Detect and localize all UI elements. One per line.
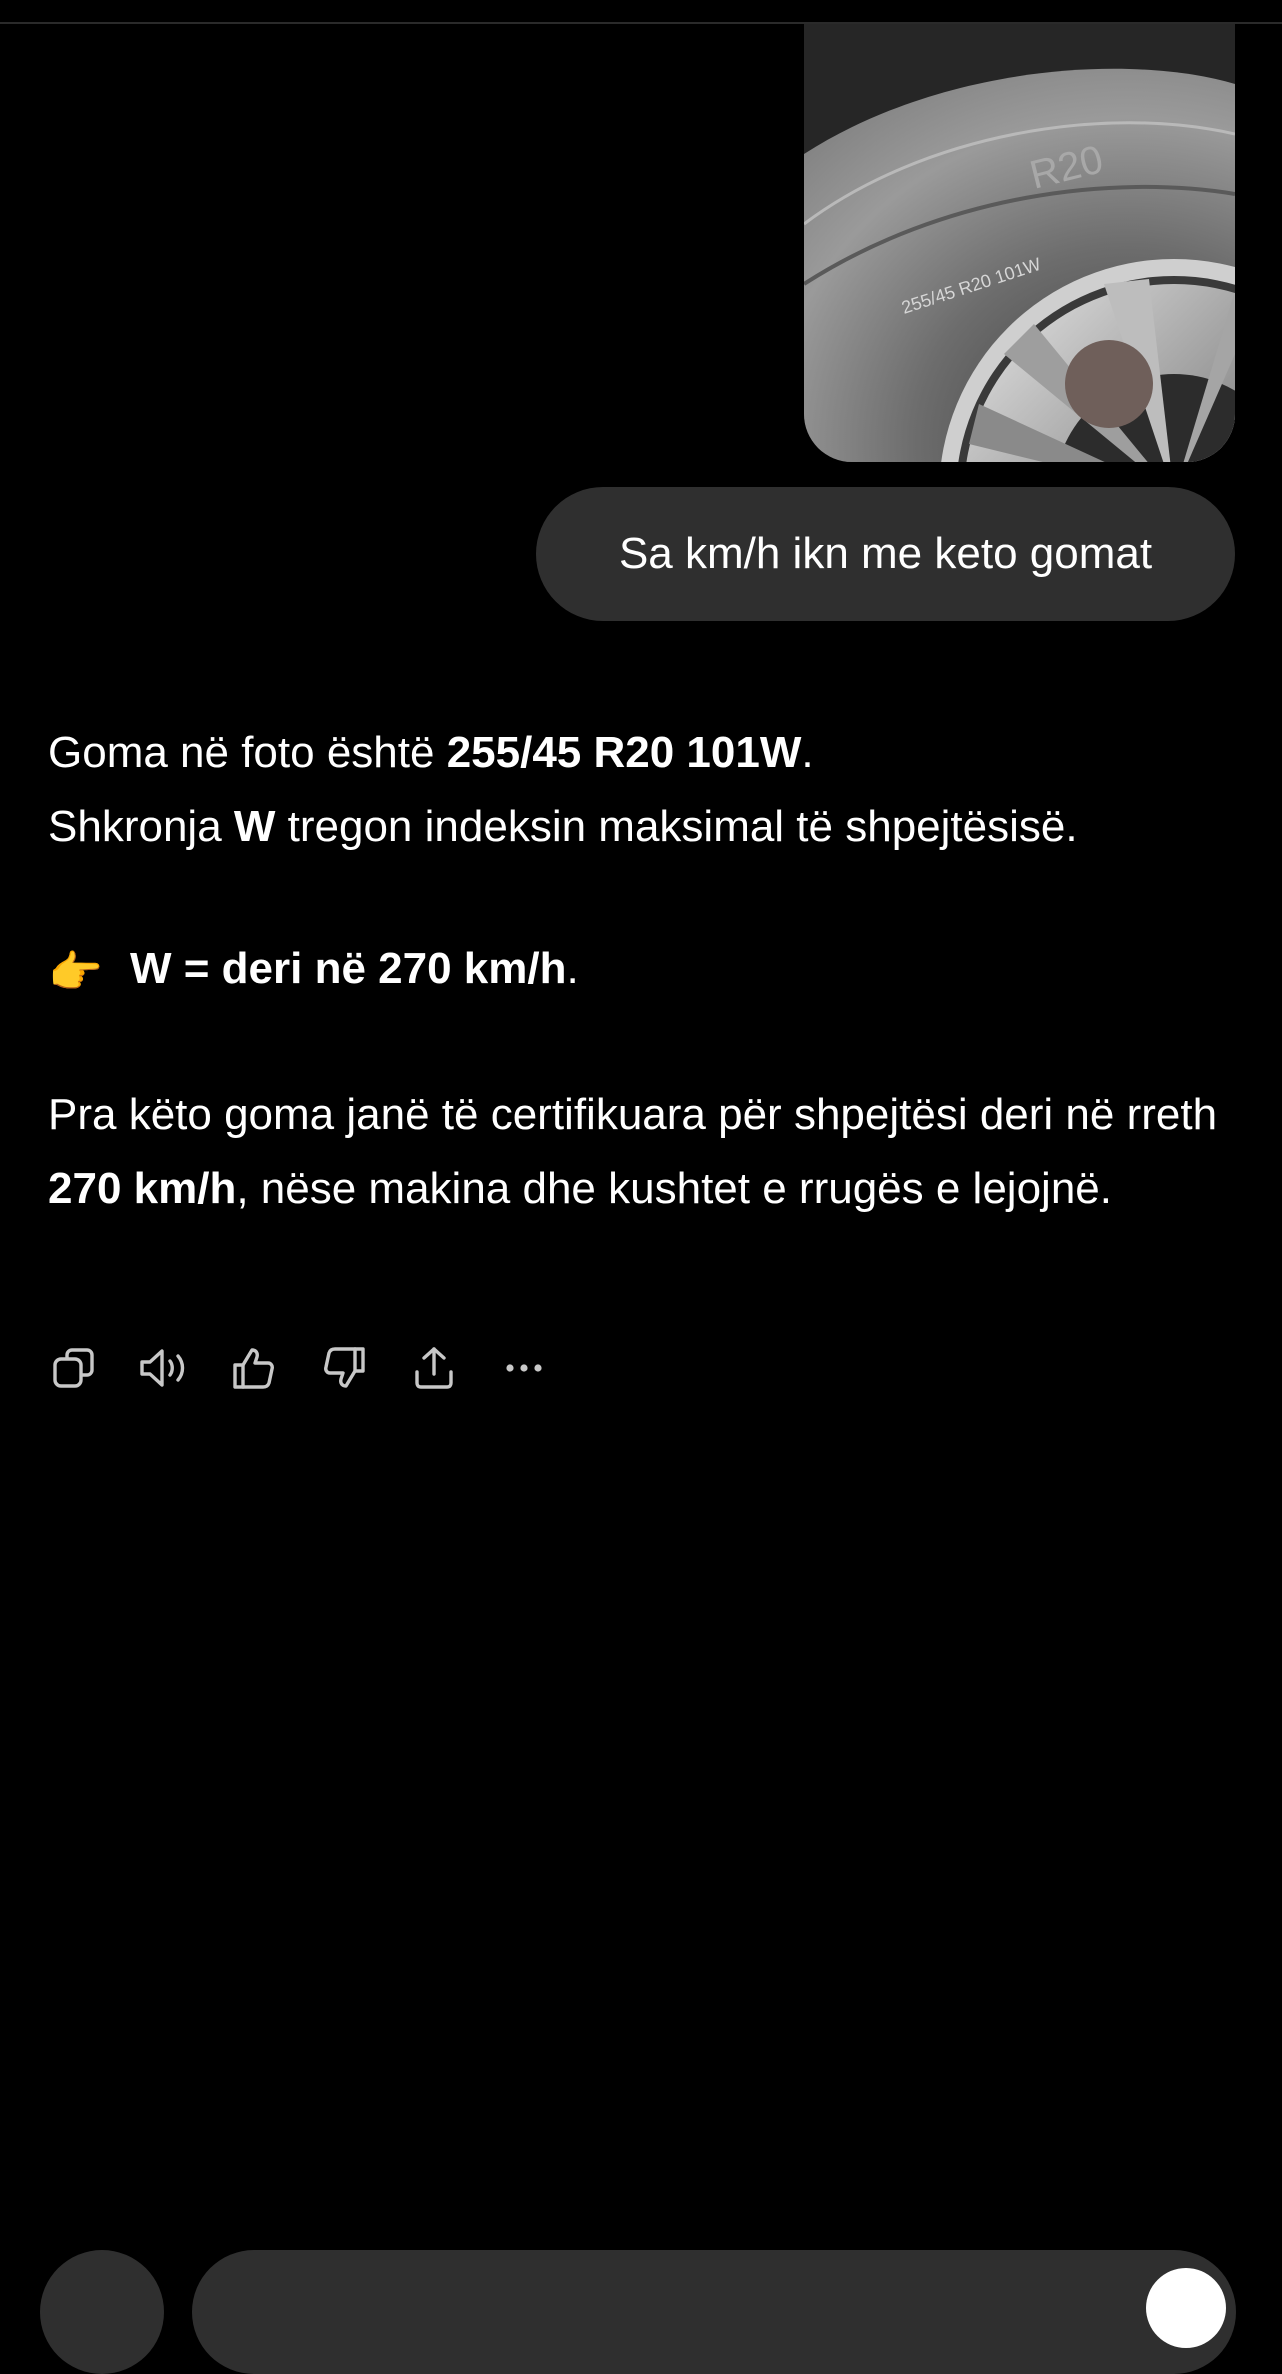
thumbs-up-button[interactable] <box>226 1340 282 1396</box>
more-button[interactable] <box>496 1340 552 1396</box>
pointing-hand-icon: 👉 <box>48 948 103 997</box>
user-message-text: Sa km/h ikn me keto gomat <box>618 529 1153 578</box>
message-input[interactable] <box>192 2250 1236 2374</box>
response-line-2-end: tregon indeksin maksimal të shpejtësisë. <box>275 802 1078 851</box>
response-line-2: Shkronja W tregon indeksin maksimal të s… <box>48 790 1248 864</box>
assistant-response: Goma në foto është 255/45 R20 101W. Shkr… <box>48 716 1248 1226</box>
highlight-end: . <box>566 944 579 993</box>
share-button[interactable] <box>406 1340 462 1396</box>
copy-button[interactable] <box>46 1340 102 1396</box>
copy-icon <box>53 1348 94 1388</box>
thumbs-down-button[interactable] <box>316 1340 372 1396</box>
highlight-bold: W = deri në 270 km/h <box>130 944 567 993</box>
response-line-1-end: . <box>801 728 814 777</box>
thumbs-up-icon <box>233 1348 274 1389</box>
response-highlight: 👉 W = deri në 270 km/h. <box>48 932 1248 1010</box>
user-message-bubble: Sa km/h ikn me keto gomat <box>536 487 1235 621</box>
max-speed-bold: 270 km/h <box>48 1164 237 1213</box>
read-aloud-icon <box>140 1349 185 1387</box>
speed-letter-bold: W <box>233 802 276 851</box>
response-line-1-text: Goma në foto është <box>48 728 447 777</box>
share-icon <box>415 1347 453 1389</box>
thumbs-down-icon <box>324 1347 365 1388</box>
message-actions <box>46 1340 586 1396</box>
response-paragraph-text: Pra këto goma janë të certifikuara për s… <box>48 1090 1218 1139</box>
voice-mode-button[interactable] <box>1146 2268 1226 2348</box>
read-aloud-button[interactable] <box>136 1340 192 1396</box>
response-paragraph-end: , nëse makina dhe kushtet e rrugës e lej… <box>236 1164 1112 1213</box>
response-line-2-text: Shkronja <box>48 802 234 851</box>
tire-spec-bold: 255/45 R20 101W <box>446 728 802 777</box>
response-paragraph: Pra këto goma janë të certifikuara për s… <box>48 1078 1248 1226</box>
more-icon <box>506 1364 542 1372</box>
attached-photo[interactable]: 255/45 R20 101W R20 <box>804 24 1235 462</box>
response-line-1: Goma në foto është 255/45 R20 101W. <box>48 716 1248 790</box>
attach-button[interactable] <box>40 2250 164 2374</box>
